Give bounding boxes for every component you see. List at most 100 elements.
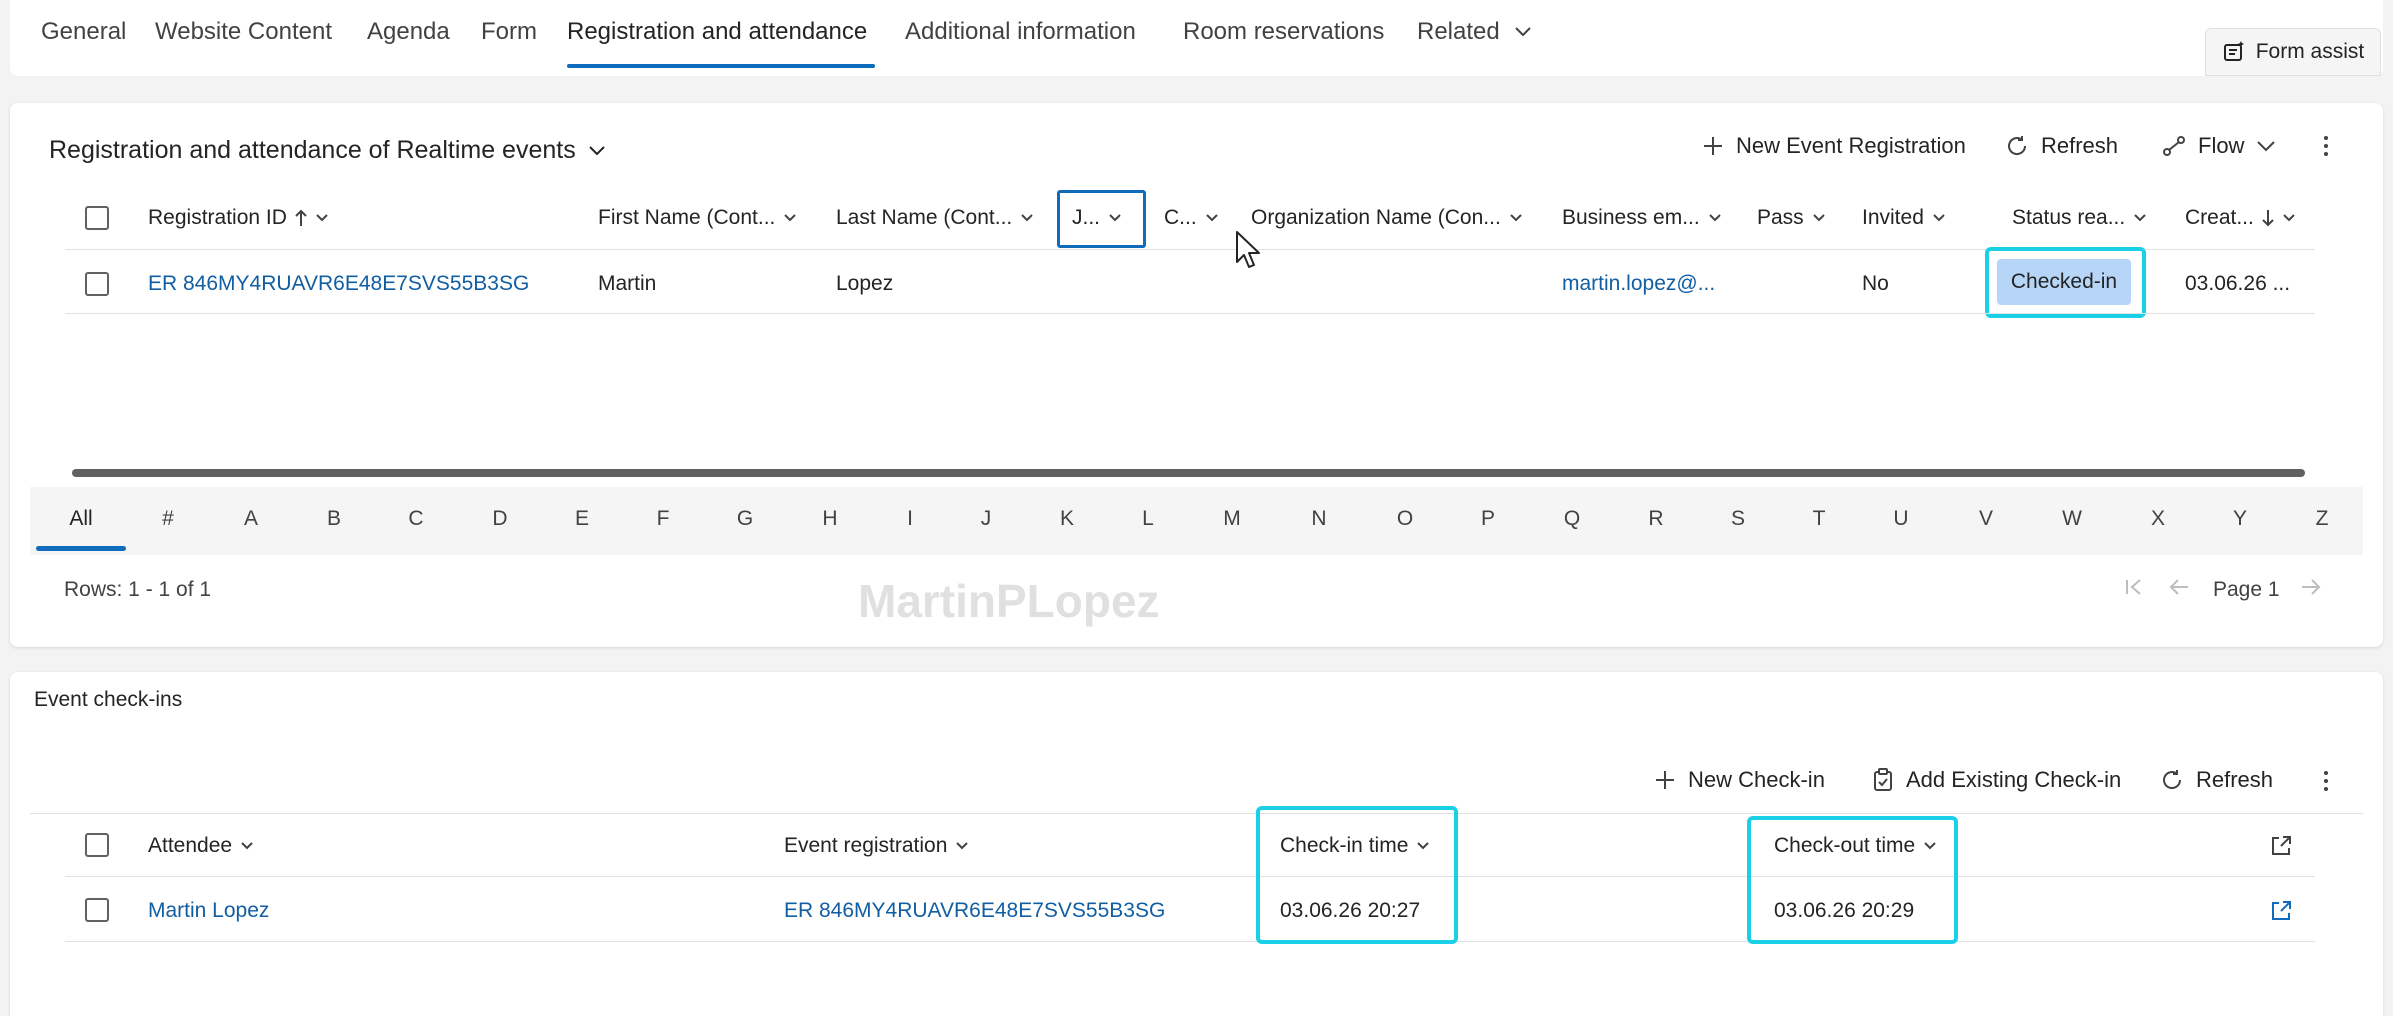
alphabet-filter-w[interactable]: W: [2062, 507, 2082, 531]
tab-form[interactable]: Form: [481, 18, 537, 46]
open-in-new-window-icon[interactable]: [2270, 835, 2292, 857]
plus-icon: [1702, 135, 1724, 157]
tab-related[interactable]: Related: [1417, 18, 1532, 46]
alphabet-filter-c[interactable]: C: [408, 507, 423, 531]
mouse-cursor-icon: [1235, 230, 1261, 270]
checkins-select-all-checkbox[interactable]: [85, 833, 109, 857]
checkins-refresh-button[interactable]: Refresh: [2160, 767, 2273, 793]
registration-view-title-text: Registration and attendance of Realtime …: [49, 136, 576, 164]
alphabet-filter-b[interactable]: B: [327, 507, 341, 531]
business-email-link[interactable]: martin.lopez@...: [1562, 272, 1715, 296]
alphabet-filter-z[interactable]: Z: [2316, 507, 2329, 531]
column-header-c[interactable]: C...: [1164, 206, 1219, 230]
next-page-icon[interactable]: [2300, 577, 2322, 597]
tab-website-content[interactable]: Website Content: [155, 18, 332, 46]
alphabet-filter-s[interactable]: S: [1731, 507, 1745, 531]
column-header-organization-name[interactable]: Organization Name (Con...: [1251, 206, 1523, 230]
tab-additional-information[interactable]: Additional information: [905, 18, 1136, 46]
column-header-label: Registration ID: [148, 206, 287, 229]
check-out-time-highlight-box: [1747, 816, 1958, 944]
checkins-row-divider: [65, 941, 2315, 942]
refresh-button[interactable]: Refresh: [2005, 133, 2118, 159]
column-header-pass[interactable]: Pass: [1757, 206, 1826, 230]
alphabet-filter-m[interactable]: M: [1223, 507, 1241, 531]
alphabet-filter-f[interactable]: F: [657, 507, 670, 531]
alphabet-filter-k[interactable]: K: [1060, 507, 1074, 531]
add-existing-check-in-label: Add Existing Check-in: [1906, 767, 2122, 792]
alphabet-filter-all[interactable]: All: [69, 507, 92, 531]
clipboard-add-icon: [1872, 768, 1894, 792]
new-check-in-label: New Check-in: [1688, 767, 1825, 792]
tab-room-reservations[interactable]: Room reservations: [1183, 18, 1384, 46]
attendee-link[interactable]: Martin Lopez: [148, 899, 269, 923]
previous-page-icon[interactable]: [2168, 577, 2190, 597]
alphabet-filter-h[interactable]: H: [822, 507, 837, 531]
column-header-invited[interactable]: Invited: [1862, 206, 1946, 230]
column-header-first-name[interactable]: First Name (Cont...: [598, 206, 797, 230]
alphabet-filter-d[interactable]: D: [492, 507, 507, 531]
tab-registration-and-attendance[interactable]: Registration and attendance: [567, 18, 867, 46]
registration-view-title[interactable]: Registration and attendance of Realtime …: [49, 136, 606, 165]
column-header-label: Pass: [1757, 206, 1804, 229]
more-commands-icon[interactable]: [2320, 134, 2332, 158]
form-assist-button[interactable]: Form assist: [2205, 28, 2381, 76]
alphabet-filter-hash[interactable]: #: [162, 507, 174, 531]
chevron-down-icon: [1812, 213, 1826, 223]
commandbar-divider: [30, 813, 2363, 814]
column-header-label: Creat...: [2185, 206, 2254, 229]
alphabet-filter-t[interactable]: T: [1813, 507, 1826, 531]
alphabet-filter-n[interactable]: N: [1311, 507, 1326, 531]
alphabet-filter-g[interactable]: G: [737, 507, 753, 531]
chevron-down-icon: [1108, 213, 1122, 223]
alphabet-filter-a[interactable]: A: [244, 507, 258, 531]
column-header-last-name[interactable]: Last Name (Cont...: [836, 206, 1034, 230]
checkins-header-divider: [65, 876, 2315, 877]
new-event-registration-button[interactable]: New Event Registration: [1702, 133, 1966, 159]
column-header-label: First Name (Cont...: [598, 206, 776, 229]
invited-cell: No: [1862, 272, 1889, 295]
add-existing-check-in-button[interactable]: Add Existing Check-in: [1872, 767, 2121, 793]
select-all-checkbox[interactable]: [85, 206, 109, 230]
alphabet-filter-u[interactable]: U: [1893, 507, 1908, 531]
column-header-registration-id[interactable]: Registration ID: [148, 206, 329, 230]
chevron-down-icon: [2133, 213, 2147, 223]
column-header-label: Status rea...: [2012, 206, 2126, 229]
tab-agenda[interactable]: Agenda: [367, 18, 450, 46]
alphabet-filter-j[interactable]: J: [981, 507, 992, 531]
column-header-label: Attendee: [148, 834, 233, 857]
new-event-registration-label: New Event Registration: [1736, 133, 1966, 158]
tab-related-label: Related: [1417, 18, 1500, 45]
column-header-label: Invited: [1862, 206, 1924, 229]
alphabet-filter-v[interactable]: V: [1979, 507, 1993, 531]
event-registration-link[interactable]: ER 846MY4RUAVR6E48E7SVS55B3SG: [784, 899, 1165, 923]
alphabet-filter-active-indicator: [36, 546, 126, 551]
column-header-business-email[interactable]: Business em...: [1562, 206, 1722, 230]
checkins-more-commands-icon[interactable]: [2320, 769, 2332, 793]
alphabet-filter-i[interactable]: I: [907, 507, 913, 531]
alphabet-filter-r[interactable]: R: [1648, 507, 1663, 531]
first-page-icon[interactable]: [2124, 577, 2144, 597]
chevron-down-icon: [783, 213, 797, 223]
alphabet-filter-l[interactable]: L: [1142, 507, 1154, 531]
new-check-in-button[interactable]: New Check-in: [1654, 767, 1825, 793]
alphabet-filter-o[interactable]: O: [1397, 507, 1413, 531]
alphabet-filter-p[interactable]: P: [1481, 507, 1495, 531]
column-header-event-registration[interactable]: Event registration: [784, 834, 969, 858]
alphabet-filter-x[interactable]: X: [2151, 507, 2165, 531]
first-name-cell: Martin: [598, 272, 657, 295]
flow-button[interactable]: Flow: [2162, 133, 2276, 159]
tab-general[interactable]: General: [41, 18, 126, 46]
horizontal-scrollbar[interactable]: [72, 469, 2305, 477]
chevron-down-icon: [1205, 213, 1219, 223]
open-record-icon[interactable]: [2270, 900, 2292, 922]
column-header-j[interactable]: J...: [1072, 206, 1122, 230]
alphabet-filter-q[interactable]: Q: [1564, 507, 1580, 531]
alphabet-filter-y[interactable]: Y: [2233, 507, 2247, 531]
column-header-created-on[interactable]: Creat...: [2185, 206, 2296, 230]
alphabet-filter-e[interactable]: E: [575, 507, 589, 531]
column-header-status-reason[interactable]: Status rea...: [2012, 206, 2147, 230]
column-header-attendee[interactable]: Attendee: [148, 834, 254, 858]
checkins-row-checkbox[interactable]: [85, 898, 109, 922]
row-checkbox[interactable]: [85, 272, 109, 296]
registration-id-link[interactable]: ER 846MY4RUAVR6E48E7SVS55B3SG: [148, 272, 529, 296]
